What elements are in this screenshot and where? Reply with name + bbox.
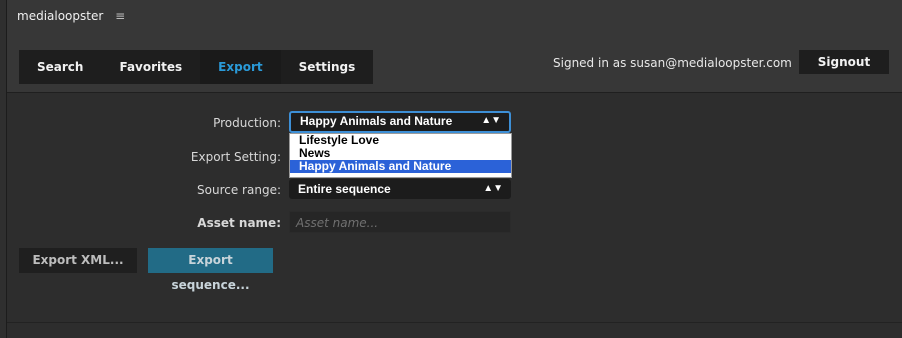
dropdown-option-selected[interactable]: Happy Animals and Nature xyxy=(290,160,511,173)
tab-bar: Search Favorites Export Settings xyxy=(19,50,374,84)
tab-search[interactable]: Search xyxy=(19,50,102,84)
production-select-value: Happy Animals and Nature xyxy=(300,114,453,128)
asset-name-input[interactable]: Asset name... xyxy=(289,211,511,233)
select-arrows-icon: ▲▼ xyxy=(483,183,503,194)
app-name: medialoopster xyxy=(17,9,104,23)
hamburger-icon[interactable]: ≡ xyxy=(115,9,125,23)
production-label: Production: xyxy=(213,116,281,130)
tab-settings[interactable]: Settings xyxy=(280,50,374,84)
divider xyxy=(7,322,902,323)
export-setting-label: Export Setting: xyxy=(190,150,281,164)
signed-in-text: Signed in as susan@medialoopster.com xyxy=(553,56,792,70)
source-range-label: Source range: xyxy=(197,183,281,197)
production-dropdown[interactable]: Lifestyle Love News Happy Animals and Na… xyxy=(289,133,512,178)
export-sequence-button[interactable]: Export sequence... xyxy=(148,248,273,292)
production-select[interactable]: Happy Animals and Nature ▲▼ xyxy=(289,111,511,133)
select-arrows-icon: ▲▼ xyxy=(481,115,501,126)
source-range-value: Entire sequence xyxy=(298,182,391,196)
app-brand: medialoopster ≡ xyxy=(17,9,125,23)
header: medialoopster ≡ Search Favorites Export … xyxy=(7,0,902,93)
signout-button[interactable]: Signout xyxy=(799,50,889,74)
tab-export[interactable]: Export xyxy=(200,50,281,84)
asset-name-label: Asset name: xyxy=(197,216,281,230)
source-range-select[interactable]: Entire sequence ▲▼ xyxy=(289,179,511,199)
export-panel: medialoopster ≡ Search Favorites Export … xyxy=(6,0,902,338)
export-xml-button[interactable]: Export XML... xyxy=(19,248,137,273)
tab-favorites[interactable]: Favorites xyxy=(101,50,201,84)
